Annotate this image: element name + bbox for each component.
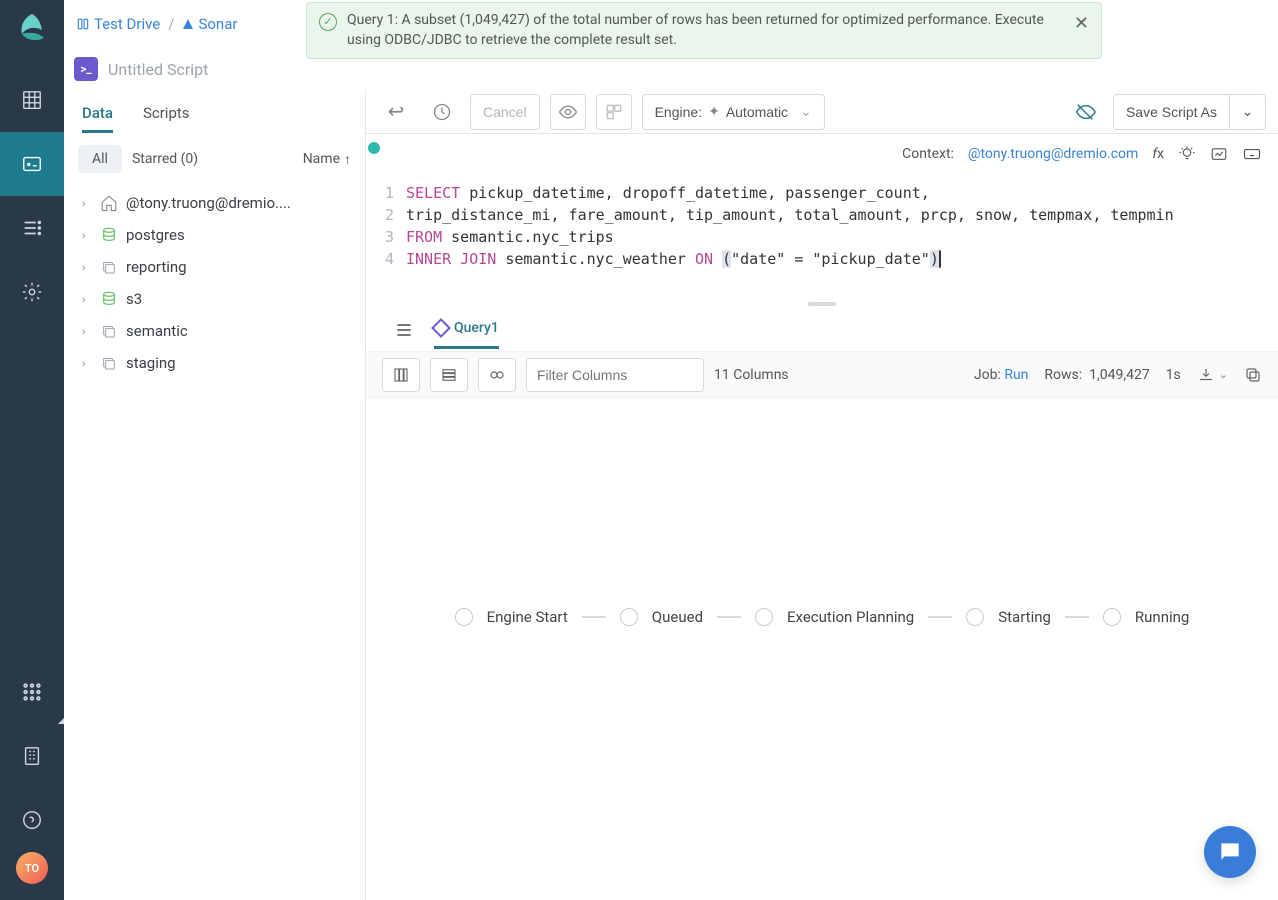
breadcrumb-home[interactable]: Test Drive: [76, 15, 160, 33]
function-icon[interactable]: fx: [1152, 146, 1164, 162]
execution-pipeline: Engine Start Queued Execution Planning S…: [366, 608, 1278, 626]
results-tabs: Query1: [366, 308, 1278, 352]
resize-handle[interactable]: [366, 300, 1278, 308]
stage-circle: [1103, 608, 1121, 626]
user-avatar[interactable]: TO: [16, 852, 48, 884]
banner-text: Query 1: A subset (1,049,427) of the tot…: [347, 12, 1044, 48]
script-icon: >_: [74, 57, 98, 81]
chat-fab[interactable]: [1204, 826, 1256, 878]
nav-apps-icon[interactable]: [0, 660, 64, 724]
data-sidebar: Data Scripts All Starred (0) Name↑ ›@ton…: [64, 90, 366, 900]
preview-button[interactable]: [550, 94, 586, 130]
chevron-down-icon: ⌄: [1219, 368, 1228, 381]
tree-node-postgres[interactable]: ›postgres: [72, 219, 357, 251]
lightbulb-icon[interactable]: [1178, 145, 1196, 163]
diamond-icon: [431, 318, 451, 338]
nav-sql-icon[interactable]: [0, 132, 64, 196]
left-nav-rail: TO: [0, 0, 64, 900]
filter-starred[interactable]: Starred (0): [132, 151, 198, 167]
context-bar: Context: @tony.truong@dremio.com fx: [366, 134, 1278, 174]
chevron-down-icon: ⌄: [800, 103, 812, 120]
arrow-up-icon: ↑: [344, 151, 351, 168]
engine-selector[interactable]: Engine: ✦ Automatic ⌄: [642, 94, 825, 130]
chevron-right-icon: ›: [82, 356, 92, 370]
nav-org-icon[interactable]: [0, 724, 64, 788]
tab-scripts[interactable]: Scripts: [143, 104, 190, 133]
nav-jobs-icon[interactable]: [0, 196, 64, 260]
database-icon: [100, 226, 118, 244]
download-button[interactable]: ⌄: [1197, 366, 1228, 384]
stage-circle: [455, 608, 473, 626]
source-tree: ›@tony.truong@dremio.... ›postgres ›repo…: [64, 183, 365, 383]
tab-data[interactable]: Data: [82, 104, 113, 133]
filter-columns-input[interactable]: [526, 358, 704, 392]
keyboard-icon[interactable]: [1242, 145, 1262, 163]
tab-query1[interactable]: Query1: [434, 320, 499, 349]
explain-button[interactable]: [596, 94, 632, 130]
folder-icon: [100, 354, 118, 372]
sort-name[interactable]: Name↑: [303, 151, 351, 168]
folder-icon: [100, 258, 118, 276]
folder-icon: [100, 322, 118, 340]
stage-queued: Queued: [652, 608, 703, 626]
chevron-down-icon: ⌄: [1242, 103, 1254, 120]
sql-editor[interactable]: 1SELECT pickup_datetime, dropoff_datetim…: [366, 174, 1278, 300]
chevron-right-icon: ›: [82, 260, 92, 274]
stage-starting: Starting: [998, 608, 1051, 626]
script-title[interactable]: Untitled Script: [108, 60, 208, 79]
breadcrumb-sonar[interactable]: Sonar: [182, 15, 237, 33]
save-script-button[interactable]: Save Script As: [1113, 94, 1230, 130]
nav-help-icon[interactable]: [0, 788, 64, 852]
stage-execution-planning: Execution Planning: [787, 608, 914, 626]
columns-view-icon[interactable]: [382, 358, 420, 392]
notification-banner: ✓ Query 1: A subset (1,049,427) of the t…: [306, 2, 1102, 59]
stage-circle: [620, 608, 638, 626]
chevron-right-icon: ›: [82, 228, 92, 242]
filter-all[interactable]: All: [78, 145, 122, 173]
stage-circle: [755, 608, 773, 626]
link-view-icon[interactable]: [478, 358, 516, 392]
nav-datasets-icon[interactable]: [0, 68, 64, 132]
editor-toolbar: ↩ Cancel Engine: ✦ Automatic ⌄ Save Scri…: [366, 90, 1278, 134]
stage-circle: [966, 608, 984, 626]
history-button[interactable]: [424, 94, 460, 130]
tree-node-home[interactable]: ›@tony.truong@dremio....: [72, 187, 357, 219]
status-dot: [368, 142, 380, 154]
tree-node-reporting[interactable]: ›reporting: [72, 251, 357, 283]
results-body: Engine Start Queued Execution Planning S…: [366, 398, 1278, 900]
tree-node-staging[interactable]: ›staging: [72, 347, 357, 379]
home-icon: [100, 194, 118, 212]
results-toolbar: 11 Columns Job: Run Rows: 1,049,427 1s ⌄: [366, 352, 1278, 398]
copy-icon[interactable]: [1244, 366, 1262, 384]
job-label: Job:: [974, 367, 1001, 383]
hide-panel-icon[interactable]: [1067, 94, 1103, 130]
image-icon[interactable]: [1210, 145, 1228, 163]
stage-engine-start: Engine Start: [487, 608, 568, 626]
app-logo: [12, 8, 52, 48]
rows-view-icon[interactable]: [430, 358, 468, 392]
column-count: 11 Columns: [714, 367, 789, 383]
breadcrumb-separator: /: [168, 15, 174, 33]
job-status[interactable]: Run: [1004, 367, 1028, 383]
tree-node-s3[interactable]: ›s3: [72, 283, 357, 315]
elapsed-time: 1s: [1166, 367, 1181, 383]
sparkle-icon: ✦: [708, 103, 720, 120]
context-value[interactable]: @tony.truong@dremio.com: [968, 146, 1138, 162]
back-button[interactable]: ↩: [378, 94, 414, 130]
chevron-right-icon: ›: [82, 324, 92, 338]
chevron-right-icon: ›: [82, 196, 92, 210]
stage-running: Running: [1135, 608, 1189, 626]
save-script-dropdown[interactable]: ⌄: [1230, 94, 1266, 130]
banner-close-icon[interactable]: ✕: [1074, 15, 1089, 33]
cancel-button[interactable]: Cancel: [470, 94, 540, 130]
database-icon: [100, 290, 118, 308]
rows-label: Rows:: [1044, 367, 1082, 383]
list-icon[interactable]: [394, 320, 414, 340]
tree-node-semantic[interactable]: ›semantic: [72, 315, 357, 347]
nav-settings-icon[interactable]: [0, 260, 64, 324]
rows-value: 1,049,427: [1089, 367, 1150, 383]
context-label: Context:: [902, 146, 954, 162]
chevron-right-icon: ›: [82, 292, 92, 306]
check-circle-icon: ✓: [319, 13, 337, 31]
